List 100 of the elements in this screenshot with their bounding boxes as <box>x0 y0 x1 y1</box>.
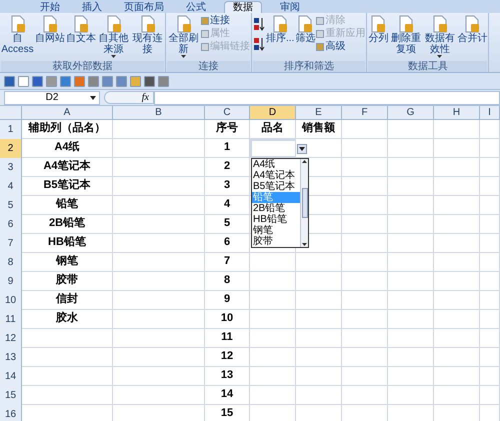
list-item[interactable]: A4笔记本 <box>252 170 300 181</box>
scrollbar[interactable] <box>300 159 308 247</box>
toolbar-icon[interactable] <box>4 76 15 86</box>
ribbon-button[interactable]: 自网站 <box>35 15 65 61</box>
column-header[interactable]: E <box>296 106 342 119</box>
row-header[interactable]: 7 <box>0 234 22 253</box>
column-header[interactable]: F <box>342 106 388 119</box>
table-cell: 9 <box>205 291 250 310</box>
toolbar-icon[interactable] <box>116 76 127 86</box>
table-cell: 信封 <box>22 291 113 310</box>
scroll-down-icon[interactable] <box>302 243 307 246</box>
ribbon-button[interactable]: 分列 <box>368 15 388 61</box>
table-cell: HB铅笔 <box>22 234 113 253</box>
ribbon-button[interactable]: 连接 <box>201 15 250 27</box>
list-item[interactable]: HB铅笔 <box>252 214 300 225</box>
document-icon <box>41 15 59 33</box>
row-header[interactable]: 3 <box>0 158 22 177</box>
column-header[interactable]: I <box>480 106 500 119</box>
group-title: 数据工具 <box>368 61 488 72</box>
table-cell: 10 <box>205 310 250 329</box>
ribbon-button[interactable]: 数据有效性 <box>423 15 456 61</box>
ribbon-tab[interactable]: 页面布局 <box>120 2 168 13</box>
table-cell: 15 <box>205 405 250 421</box>
caret-icon[interactable] <box>90 96 96 100</box>
list-item[interactable]: 胶带 <box>252 236 300 247</box>
document-icon <box>396 15 415 33</box>
ribbon-button[interactable]: 合并计 <box>457 15 488 61</box>
row-header[interactable]: 2 <box>0 139 22 158</box>
ribbon-button[interactable]: 排序... <box>266 15 294 61</box>
caret-icon <box>299 147 305 151</box>
row-header[interactable]: 9 <box>0 272 22 291</box>
table-cell: 6 <box>205 234 250 253</box>
dropdown-button[interactable] <box>297 144 307 154</box>
table-cell: 序号 <box>205 120 250 139</box>
row-header[interactable]: 1 <box>0 120 22 139</box>
ribbon-tab[interactable]: 审阅 <box>276 2 304 13</box>
toolbar-icon[interactable] <box>32 76 43 86</box>
sort-ascending-icon[interactable] <box>253 17 265 31</box>
toolbar-icon[interactable] <box>88 76 99 86</box>
table-cell: 铅笔 <box>22 196 113 215</box>
row-header[interactable]: 8 <box>0 253 22 272</box>
ribbon-button[interactable]: 现有连接 <box>131 15 164 61</box>
document-icon <box>8 15 26 33</box>
table-cell: 8 <box>205 272 250 291</box>
table-cell: 品名 <box>250 120 296 139</box>
list-item[interactable]: A4纸 <box>252 159 300 170</box>
row-header[interactable]: 15 <box>0 386 22 405</box>
formula-input[interactable] <box>154 90 500 104</box>
ribbon-button[interactable]: 自 Access <box>1 15 34 61</box>
name-box[interactable]: D2 <box>4 90 100 104</box>
ribbon-button[interactable]: 全部刷新 <box>167 15 200 61</box>
ribbon-tab[interactable]: 数据 <box>224 1 262 13</box>
table-cell: A4纸 <box>22 139 113 158</box>
ribbon-button[interactable]: 自其他来源 <box>97 15 130 61</box>
ribbon-button[interactable]: 筛选 <box>295 15 316 61</box>
toolbar-icon[interactable] <box>18 76 29 86</box>
toolbar-icon[interactable] <box>102 76 113 86</box>
table-cell: 胶带 <box>22 272 113 291</box>
document-icon <box>369 15 388 33</box>
row-header[interactable]: 10 <box>0 291 22 310</box>
row-header[interactable]: 4 <box>0 177 22 196</box>
toolbar-icon[interactable] <box>144 76 155 86</box>
row-header[interactable]: 6 <box>0 215 22 234</box>
row-header[interactable]: 12 <box>0 329 22 348</box>
ribbon-tab[interactable]: 公式 <box>182 2 210 13</box>
table-cell: 14 <box>205 386 250 405</box>
table-cell: 5 <box>205 215 250 234</box>
list-item[interactable]: B5笔记本 <box>252 181 300 192</box>
scroll-up-icon[interactable] <box>302 160 307 163</box>
table-cell: 13 <box>205 367 250 386</box>
column-header[interactable]: H <box>434 106 480 119</box>
row-header[interactable]: 16 <box>0 405 22 421</box>
row-header[interactable]: 11 <box>0 310 22 329</box>
document-icon <box>271 15 290 33</box>
row-header[interactable]: 14 <box>0 367 22 386</box>
group-title: 排序和筛选 <box>253 61 366 72</box>
list-item[interactable]: 2B铅笔 <box>252 203 300 214</box>
toolbar-icon[interactable] <box>74 76 85 86</box>
ribbon-button[interactable]: 删除重复项 <box>389 15 422 61</box>
group-title: 获取外部数据 <box>1 61 164 72</box>
document-icon <box>463 15 482 33</box>
sort-descending-icon[interactable] <box>253 37 265 51</box>
ribbon-tab[interactable]: 开始 <box>36 2 64 13</box>
ribbon-tab[interactable]: 插入 <box>78 2 106 13</box>
toolbar-icon[interactable] <box>60 76 71 86</box>
list-item[interactable]: 钢笔 <box>252 225 300 236</box>
column-header[interactable]: G <box>388 106 434 119</box>
column-header[interactable]: B <box>113 106 205 119</box>
row-header[interactable]: 5 <box>0 196 22 215</box>
table-cell: 3 <box>205 177 250 196</box>
insert-function-label[interactable]: fx <box>142 92 149 102</box>
column-header[interactable]: A <box>22 106 113 119</box>
ribbon-button[interactable]: 高级 <box>316 41 366 53</box>
table-cell: 7 <box>205 253 250 272</box>
row-header[interactable]: 13 <box>0 348 22 367</box>
column-header[interactable]: D <box>250 106 296 119</box>
ribbon-button[interactable]: 自文本 <box>66 15 96 61</box>
toolbar-icon[interactable] <box>158 76 169 86</box>
document-icon <box>72 15 90 33</box>
scroll-thumb[interactable] <box>302 188 308 218</box>
